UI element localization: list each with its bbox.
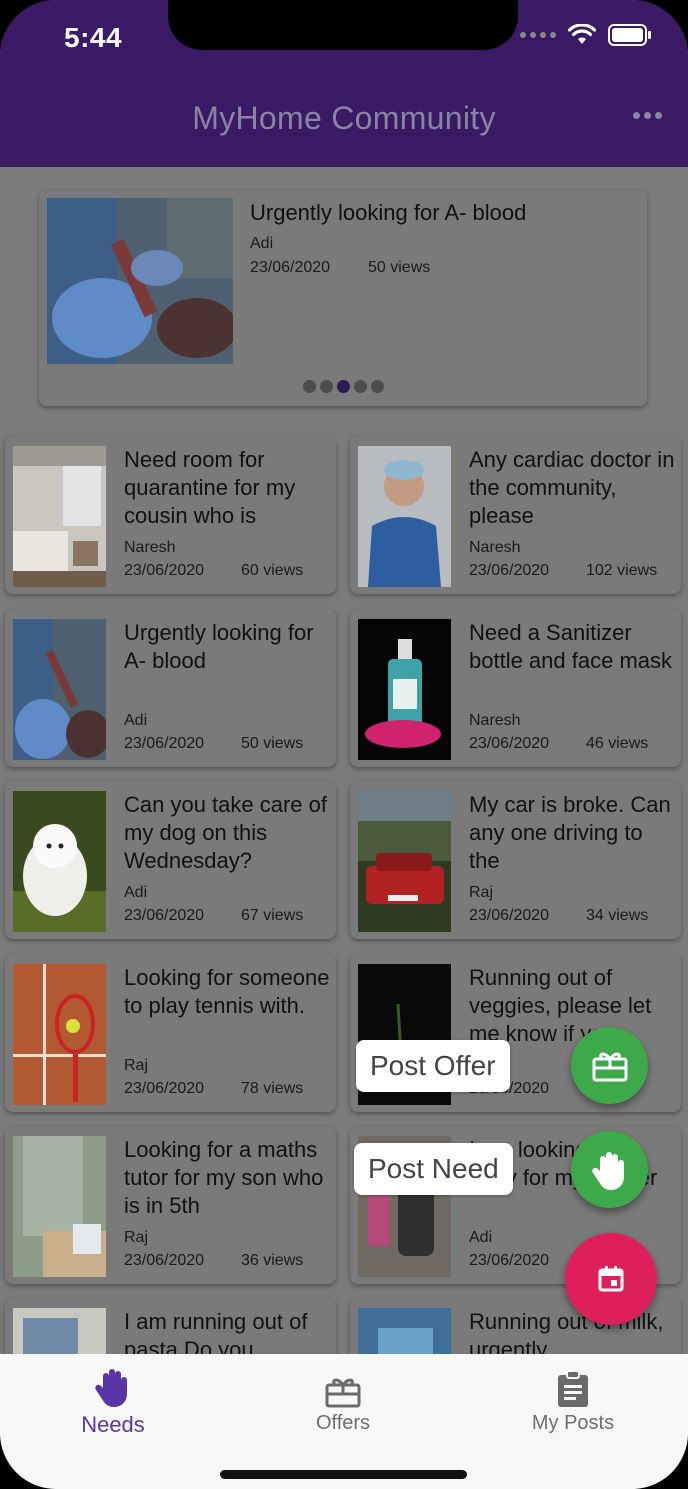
post-need-button[interactable] bbox=[571, 1131, 648, 1208]
wifi-icon bbox=[568, 24, 596, 46]
carousel-dot-active[interactable] bbox=[337, 380, 350, 393]
tutor-image bbox=[13, 1136, 106, 1277]
status-time: 5:44 bbox=[64, 22, 123, 53]
carousel-dot[interactable] bbox=[320, 380, 333, 393]
card-views: 60 views bbox=[241, 562, 304, 579]
bedroom-image bbox=[13, 446, 106, 587]
card-author: Raj bbox=[469, 884, 494, 901]
need-card[interactable]: Looking for someone to play tennis with.… bbox=[5, 954, 336, 1112]
tab-needs[interactable]: Needs bbox=[13, 1364, 213, 1438]
need-card[interactable]: Need a Sanitizer bottle and face mask Na… bbox=[350, 609, 681, 767]
home-indicator[interactable] bbox=[220, 1470, 467, 1479]
need-card[interactable]: Looking for a maths tutor for my son who… bbox=[5, 1126, 336, 1284]
gift-icon bbox=[592, 1052, 627, 1081]
car-image bbox=[358, 791, 451, 932]
carousel-dot[interactable] bbox=[371, 380, 384, 393]
need-card[interactable]: Any cardiac doctor in the community, ple… bbox=[350, 436, 681, 594]
sanitizer-image bbox=[358, 619, 451, 760]
card-views: 78 views bbox=[241, 1080, 304, 1097]
card-views: 36 views bbox=[241, 1252, 304, 1269]
card-title: My car is broke. Can any one driving to … bbox=[469, 792, 671, 873]
app-bar: 5:44 MyHome Community bbox=[0, 0, 688, 167]
card-title: Urgently looking for A- blood bbox=[124, 620, 314, 673]
hand-icon bbox=[591, 1151, 624, 1190]
card-date: 23/06/2020 bbox=[124, 735, 205, 752]
featured-date: 23/06/2020 bbox=[250, 259, 331, 276]
carousel-indicator[interactable] bbox=[303, 380, 384, 393]
post-offer-button[interactable] bbox=[571, 1027, 648, 1104]
card-title: Need room for quarantine for my cousin w… bbox=[124, 447, 296, 528]
featured-title: Urgently looking for A- blood bbox=[250, 200, 527, 225]
card-date: 23/06/2020 bbox=[469, 735, 550, 752]
page-title: MyHome Community bbox=[192, 100, 496, 136]
card-date: 23/06/2020 bbox=[124, 1252, 205, 1269]
featured-card[interactable]: Urgently looking for A- blood Adi 23/06/… bbox=[39, 190, 647, 406]
more-horizontal-icon[interactable] bbox=[633, 112, 662, 119]
card-author: Naresh bbox=[469, 539, 521, 556]
tennis-image bbox=[13, 964, 106, 1105]
battery-icon bbox=[608, 24, 652, 46]
card-date: 23/06/2020 bbox=[124, 907, 205, 924]
tab-needs-label: Needs bbox=[81, 1412, 145, 1437]
tab-my-posts-label: My Posts bbox=[531, 1412, 615, 1434]
carousel-dot[interactable] bbox=[354, 380, 367, 393]
card-views: 50 views bbox=[241, 735, 304, 752]
card-views: 34 views bbox=[586, 907, 649, 924]
card-author: Adi bbox=[124, 712, 148, 729]
card-title: Looking for a maths tutor for my son who… bbox=[124, 1137, 324, 1218]
card-author: Naresh bbox=[124, 539, 176, 556]
card-date: 23/06/2020 bbox=[469, 562, 550, 579]
clipboard-icon bbox=[558, 1370, 588, 1407]
blood-donation-image bbox=[13, 619, 106, 760]
card-title: Looking for someone to play tennis with. bbox=[124, 965, 330, 1018]
signal-icon bbox=[520, 32, 556, 38]
tab-offers-label: Offers bbox=[315, 1412, 371, 1434]
tab-offers[interactable]: Offers bbox=[243, 1364, 443, 1435]
post-offer-label[interactable]: Post Offer bbox=[356, 1040, 510, 1092]
toggle-actions-button[interactable] bbox=[565, 1233, 657, 1325]
need-card[interactable]: Need room for quarantine for my cousin w… bbox=[5, 436, 336, 594]
card-date: 23/06/2020 bbox=[124, 562, 205, 579]
card-date: 23/06/2020 bbox=[124, 1080, 205, 1097]
bottom-navigation: Needs Offers My Posts bbox=[0, 1354, 688, 1489]
card-author: Raj bbox=[124, 1229, 149, 1246]
card-author: Naresh bbox=[469, 712, 521, 729]
card-author: Adi bbox=[124, 884, 148, 901]
device-notch bbox=[168, 0, 518, 50]
doctor-image bbox=[358, 446, 451, 587]
dog-image bbox=[13, 791, 106, 932]
need-card[interactable]: Can you take care of my dog on this Wedn… bbox=[5, 781, 336, 939]
tab-my-posts[interactable]: My Posts bbox=[473, 1364, 673, 1435]
app-screen: 5:44 MyHome Community Urgently looking f… bbox=[0, 0, 688, 1489]
card-author: Adi bbox=[469, 1229, 493, 1246]
card-title: Running out of veggies, please let me kn… bbox=[469, 965, 652, 1046]
gift-icon bbox=[325, 1378, 361, 1408]
post-need-label[interactable]: Post Need bbox=[354, 1143, 513, 1195]
card-date: 23/06/2020 bbox=[469, 1252, 550, 1269]
card-title: Need a Sanitizer bottle and face mask bbox=[469, 620, 673, 673]
card-views: 67 views bbox=[241, 907, 304, 924]
need-card[interactable]: Urgently looking for A- blood Adi 23/06/… bbox=[5, 609, 336, 767]
hand-icon bbox=[95, 1369, 127, 1407]
carousel-dot[interactable] bbox=[303, 380, 316, 393]
card-views: 46 views bbox=[586, 735, 649, 752]
featured-author: Adi bbox=[250, 235, 274, 252]
need-card[interactable]: My car is broke. Can any one driving to … bbox=[350, 781, 681, 939]
blood-donation-image bbox=[47, 198, 233, 364]
status-icons bbox=[520, 24, 652, 46]
card-title: Any cardiac doctor in the community, ple… bbox=[469, 447, 675, 528]
card-date: 23/06/2020 bbox=[469, 907, 550, 924]
card-author: Raj bbox=[124, 1057, 149, 1074]
featured-views: 50 views bbox=[368, 259, 431, 276]
calendar-icon bbox=[598, 1266, 624, 1292]
card-title: Can you take care of my dog on this Wedn… bbox=[124, 792, 328, 873]
card-views: 102 views bbox=[586, 562, 658, 579]
